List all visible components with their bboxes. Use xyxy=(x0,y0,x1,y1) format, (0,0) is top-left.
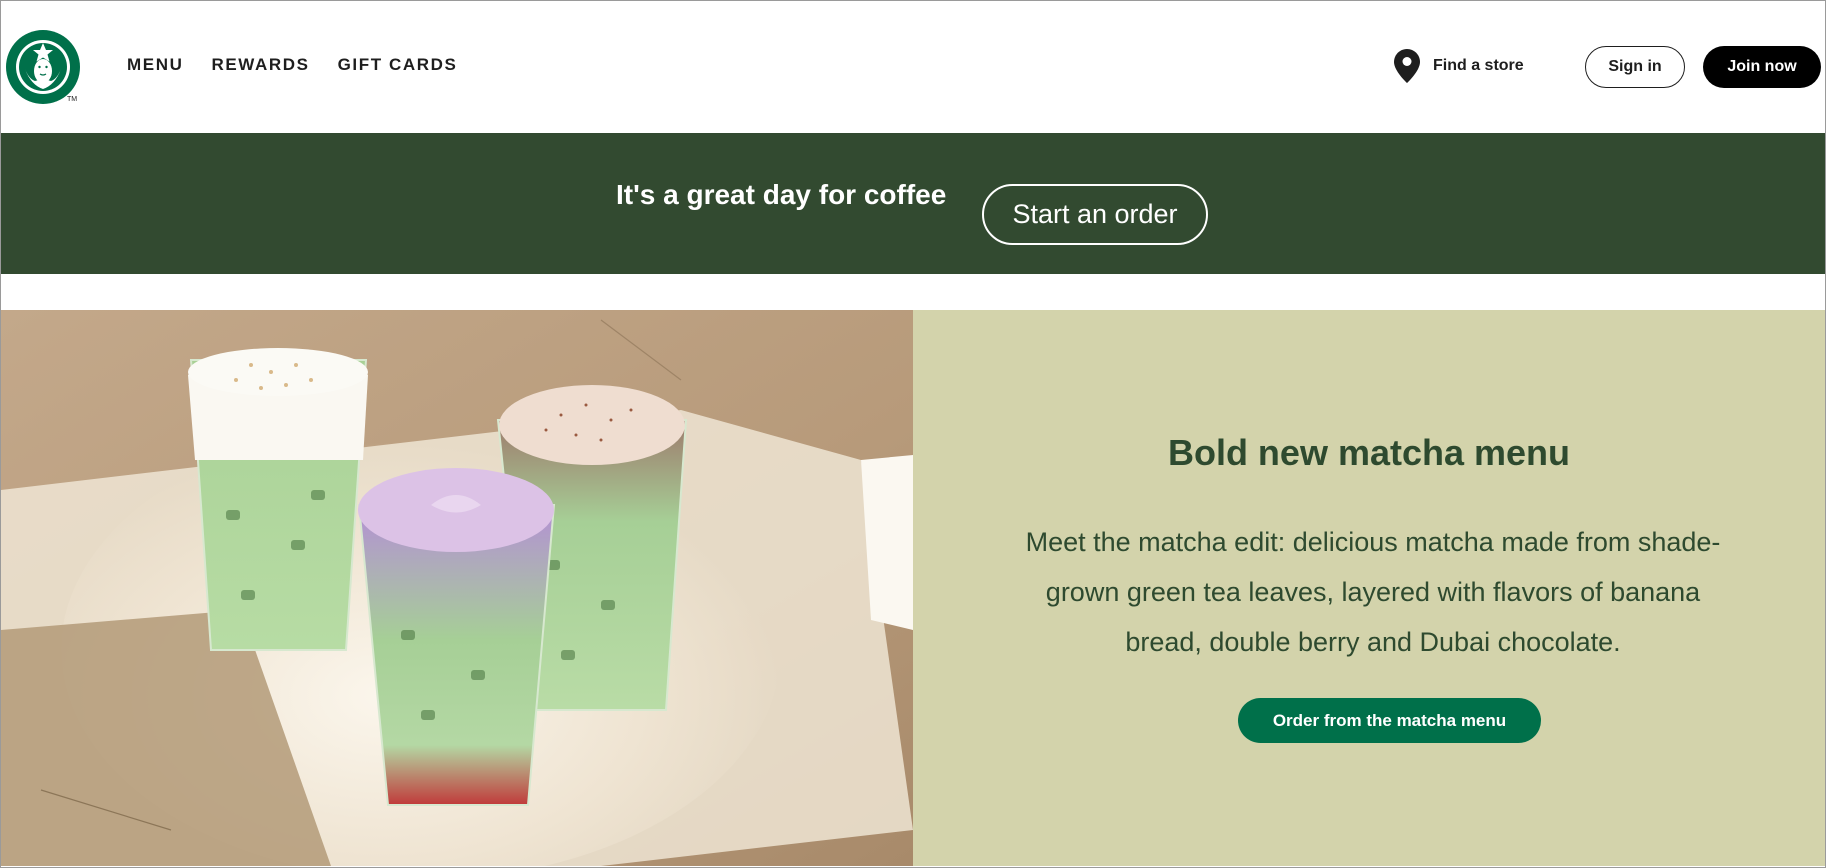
find-store-link[interactable]: Find a store xyxy=(1393,48,1524,84)
hero-panel: Bold new matcha menu Meet the matcha edi… xyxy=(913,310,1825,866)
site-header: TM MENU REWARDS GIFT CARDS Find a store … xyxy=(0,0,1826,133)
siren-logo-icon xyxy=(6,30,80,104)
main-nav: MENU REWARDS GIFT CARDS xyxy=(127,55,457,75)
trademark-mark: TM xyxy=(67,96,78,103)
nav-item-rewards[interactable]: REWARDS xyxy=(211,55,309,75)
sign-in-button[interactable]: Sign in xyxy=(1585,46,1685,88)
nav-item-gift-cards[interactable]: GIFT CARDS xyxy=(338,55,458,75)
starbucks-logo[interactable] xyxy=(5,29,81,105)
find-store-label: Find a store xyxy=(1433,57,1524,74)
hero-body: Meet the matcha edit: delicious matcha m… xyxy=(1025,527,1721,657)
join-now-button[interactable]: Join now xyxy=(1703,46,1821,88)
order-matcha-button[interactable]: Order from the matcha menu xyxy=(1238,698,1541,743)
matcha-drinks-image xyxy=(1,310,913,866)
promo-banner: It's a great day for coffee xyxy=(1,133,1825,274)
start-order-button[interactable]: Start an order xyxy=(982,184,1208,245)
banner-text: It's a great day for coffee xyxy=(616,179,947,210)
nav-item-menu[interactable]: MENU xyxy=(127,55,183,75)
hero-title: Bold new matcha menu xyxy=(1167,432,1571,473)
location-pin-icon xyxy=(1394,49,1420,83)
